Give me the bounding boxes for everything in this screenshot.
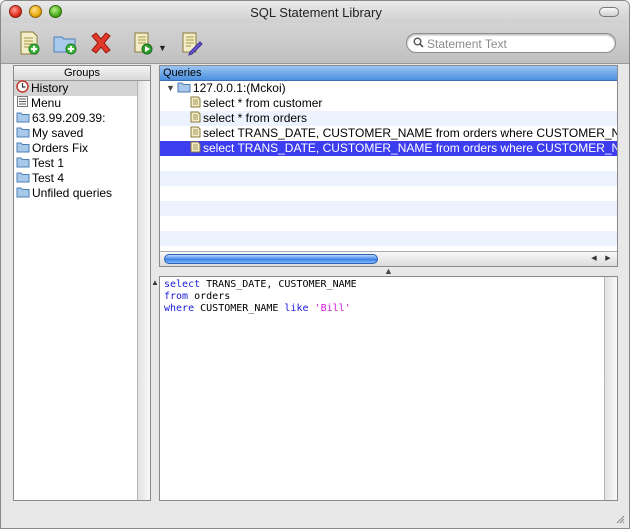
group-item[interactable]: Test 1 (14, 156, 138, 171)
group-item-label: 63.99.209.39: (32, 111, 106, 125)
disclosure-triangle-icon[interactable]: ▼ (166, 81, 175, 96)
delete-button[interactable] (87, 29, 115, 57)
query-label: select * from customer (203, 96, 323, 110)
queries-horizontal-scrollbar[interactable]: ◀ ▶ (160, 251, 617, 266)
folder-icon (16, 186, 30, 202)
group-item[interactable]: Menu (14, 96, 138, 111)
resize-grip-icon[interactable] (615, 514, 625, 524)
server-label: 127.0.0.1:(Mckoi) (192, 81, 286, 95)
search-input[interactable] (425, 35, 609, 53)
menu-list-icon (16, 95, 29, 112)
folder-icon (16, 171, 30, 187)
code-line: where CUSTOMER_NAME like 'Bill' (164, 303, 357, 315)
group-item[interactable]: Test 4 (14, 171, 138, 186)
empty-row (160, 156, 617, 171)
editor-vertical-scrollbar[interactable] (604, 277, 617, 500)
new-statement-icon (20, 31, 40, 55)
group-item-label: Orders Fix (32, 141, 89, 155)
group-item-label: History (31, 81, 69, 95)
empty-row (160, 216, 617, 231)
sql-string: 'Bill' (314, 303, 351, 314)
sql-text: CUSTOMER_NAME (194, 303, 285, 314)
title-bar: SQL Statement Library (1, 1, 629, 23)
run-menu-dropdown-icon[interactable]: ▼ (158, 43, 167, 53)
query-icon (190, 111, 201, 126)
editor-collapse-arrow-icon[interactable]: ▲ (151, 278, 159, 287)
empty-row (160, 171, 617, 186)
window-title: SQL Statement Library (250, 5, 382, 20)
query-label: select * from orders (203, 111, 308, 125)
new-group-button[interactable] (51, 29, 79, 57)
empty-row (160, 201, 617, 216)
delete-x-icon (91, 32, 111, 54)
query-row[interactable]: select TRANS_DATE, CUSTOMER_NAME from or… (160, 126, 617, 141)
group-item-label: Unfiled queries (32, 186, 113, 200)
query-icon (190, 141, 201, 156)
toolbar: ▼ (1, 23, 629, 64)
group-item[interactable]: Orders Fix (14, 141, 138, 156)
toolbar-toggle-button[interactable] (599, 7, 619, 17)
groups-panel: Groups History Menu 63.99.209.39: My saved O… (13, 65, 151, 501)
empty-row (160, 186, 617, 201)
group-item-label: My saved (32, 126, 84, 140)
folder-icon (16, 111, 30, 127)
new-statement-button[interactable] (15, 29, 43, 57)
run-script-icon (134, 32, 153, 55)
scroll-right-arrow-icon[interactable]: ▶ (601, 252, 615, 266)
sql-text: orders (188, 291, 231, 302)
edit-statement-button[interactable] (177, 29, 205, 57)
edit-script-icon (182, 32, 203, 56)
sql-library-window: SQL Statement Library ▼ Statement Text G… (0, 0, 630, 529)
query-row[interactable]: select * from orders (160, 111, 617, 126)
folder-icon (16, 126, 30, 142)
sql-editor[interactable]: select TRANS_DATE, CUSTOMER_NAME from ord… (159, 276, 618, 501)
pane-splitter-handle[interactable]: ▲ (159, 267, 618, 276)
server-folder-icon (177, 81, 191, 96)
sql-keyword: from (164, 291, 189, 302)
run-statement-button[interactable] (129, 29, 157, 57)
group-item-label: Test 4 (32, 171, 65, 185)
query-label: select TRANS_DATE, CUSTOMER_NAME from or… (203, 126, 617, 140)
scroll-left-arrow-icon[interactable]: ◀ (587, 252, 601, 266)
sql-keyword: where (164, 303, 195, 314)
sql-code-text[interactable]: select TRANS_DATE, CUSTOMER_NAME from ord… (164, 279, 357, 315)
groups-header[interactable]: Groups (14, 66, 150, 81)
queries-panel: Queries ▼ 127.0.0.1:(Mckoi) select * from … (159, 65, 618, 267)
group-item-label: Test 1 (32, 156, 65, 170)
code-line: from orders (164, 291, 357, 303)
group-item[interactable]: My saved (14, 126, 138, 141)
query-icon (190, 96, 201, 111)
group-item[interactable]: Unfiled queries (14, 186, 138, 201)
empty-row (160, 231, 617, 246)
group-item[interactable]: History (14, 80, 138, 96)
queries-header[interactable]: Queries (160, 66, 617, 81)
groups-vertical-scrollbar[interactable] (137, 81, 150, 500)
search-icon (413, 37, 424, 48)
sql-keyword: like (284, 303, 309, 314)
server-tree-row[interactable]: ▼ 127.0.0.1:(Mckoi) (160, 81, 617, 96)
sql-text: TRANS_DATE, CUSTOMER_NAME (200, 279, 357, 290)
code-line: select TRANS_DATE, CUSTOMER_NAME (164, 279, 357, 291)
group-item-label: Menu (31, 96, 62, 110)
scrollbar-thumb[interactable] (164, 254, 378, 264)
folder-icon (16, 156, 30, 172)
query-label: select TRANS_DATE, CUSTOMER_NAME from or… (203, 141, 617, 155)
query-row[interactable]: select * from customer (160, 96, 617, 111)
queries-list: ▼ 127.0.0.1:(Mckoi) select * from customer… (160, 81, 617, 253)
sql-keyword: select (164, 279, 201, 290)
query-row[interactable]: select TRANS_DATE, CUSTOMER_NAME from or… (160, 141, 617, 156)
query-icon (190, 126, 201, 141)
folder-icon (16, 141, 30, 157)
group-item[interactable]: 63.99.209.39: (14, 111, 138, 126)
search-field[interactable] (406, 33, 616, 53)
new-folder-icon (53, 36, 77, 55)
groups-list: History Menu 63.99.209.39: My saved Orders F… (14, 80, 138, 500)
